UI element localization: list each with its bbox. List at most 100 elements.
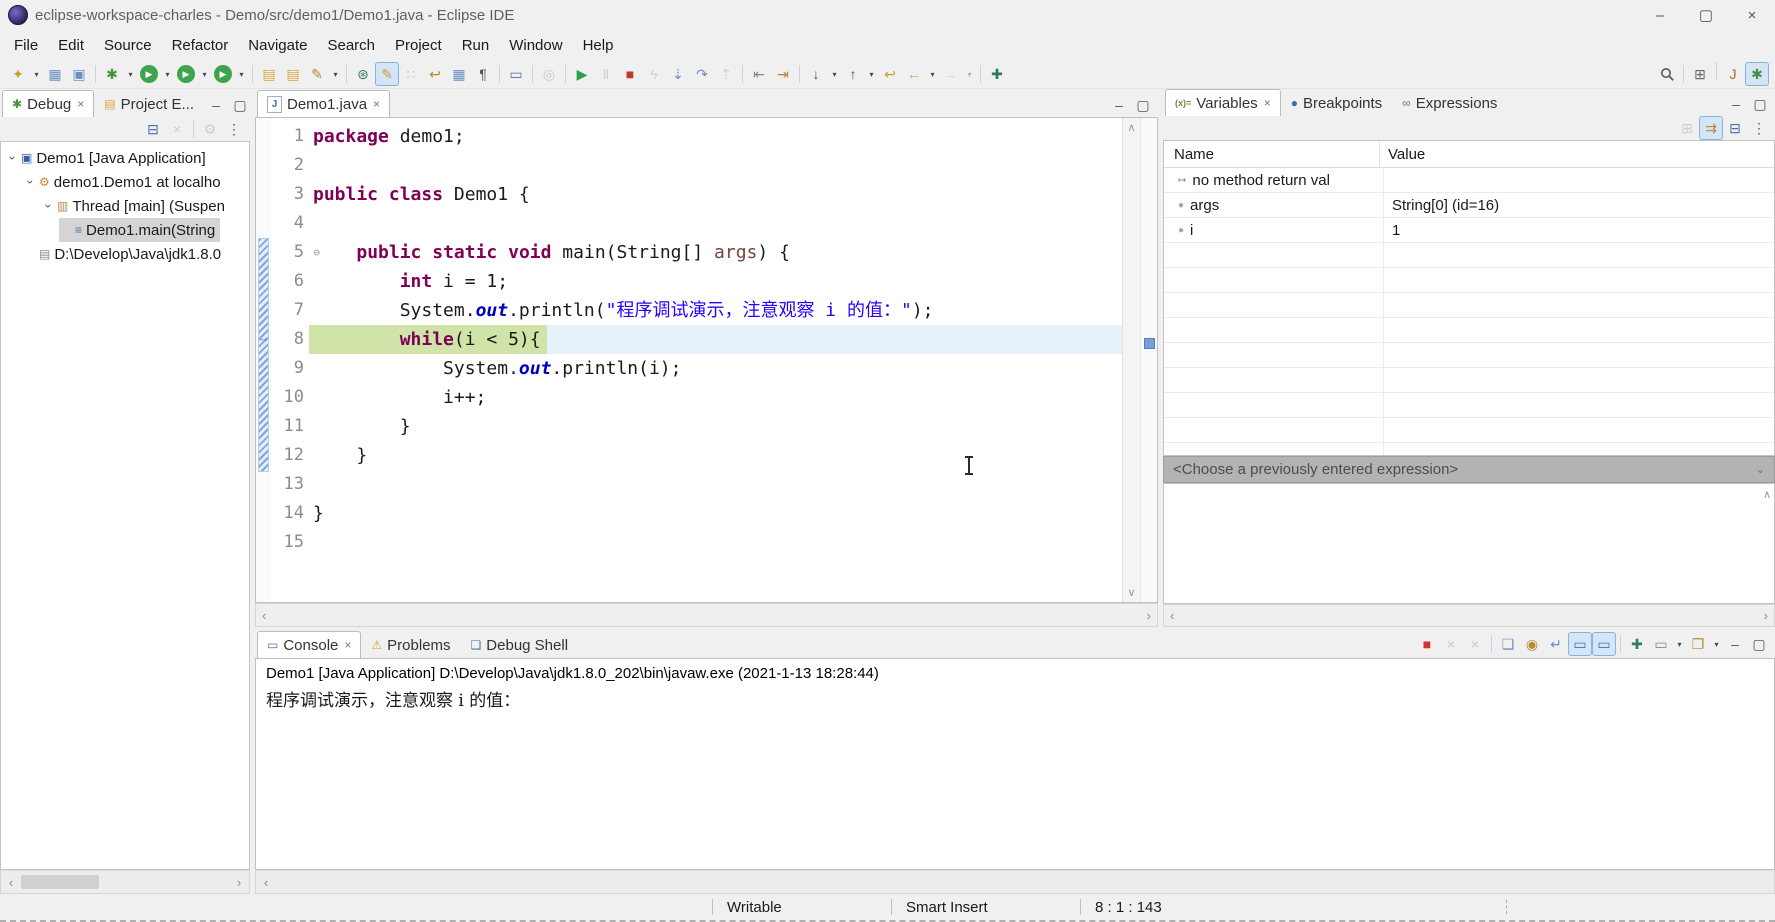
variables-empty-row[interactable] [1164,268,1774,293]
line-number[interactable]: 5 ⊖ [271,238,320,267]
code-line[interactable]: System.out.println("程序调试演示，注意观察 i 的值："); [309,296,1122,325]
tree-thread-main[interactable]: › ▥ Thread [main] (Suspen [1,194,249,218]
open-perspective-icon[interactable]: ⊞ [1688,62,1712,86]
new-wizard-icon[interactable]: ✦ [6,62,30,86]
search-icon[interactable] [1655,62,1679,86]
previous-annotation-icon[interactable]: ↑ [841,62,865,86]
menu-edit[interactable]: Edit [48,33,94,58]
tab-problems[interactable]: ⚠ Problems [361,631,460,658]
console-horizontal-scrollbar[interactable]: ‹ [255,870,1775,894]
overview-ruler[interactable] [1140,118,1157,602]
chevron-down-icon[interactable]: ⌄ [1756,463,1765,476]
run-dropdown[interactable]: ▾ [161,62,174,86]
tab-variables[interactable]: (x)= Variables × [1165,89,1281,116]
next-annotation-icon[interactable]: ↓ [804,62,828,86]
tab-expressions[interactable]: ∞ Expressions [1392,89,1507,116]
display-selected-icon[interactable]: ▭ [504,62,528,86]
menu-search[interactable]: Search [317,33,385,58]
menu-navigate[interactable]: Navigate [238,33,317,58]
close-tab-icon[interactable]: × [344,638,351,652]
variables-empty-row[interactable] [1164,368,1774,393]
debug-dropdown[interactable]: ▾ [124,62,137,86]
menu-file[interactable]: File [4,33,48,58]
open-resource-icon[interactable]: ▤ [281,62,305,86]
code-line[interactable] [309,209,1122,238]
drop-to-frame-icon[interactable]: ⇤ [747,62,771,86]
pin-editor-icon[interactable]: ✚ [985,62,1009,86]
tab-project-explorer[interactable]: ▤ Project E... [94,90,204,117]
minimize-view-icon[interactable]: ‒ [1107,93,1131,117]
java-search-icon[interactable]: ⊛ [351,62,375,86]
expander-icon[interactable]: › [24,175,38,190]
link-with-editor-icon[interactable]: ∷ [399,62,423,86]
forward-icon[interactable]: → [939,62,963,86]
console-output-area[interactable]: Demo1 [Java Application] D:\Develop\Java… [255,658,1775,870]
scroll-right-icon[interactable]: › [1147,608,1151,623]
expander-icon[interactable]: › [42,199,56,214]
step-return-icon[interactable]: ⇡ [714,62,738,86]
editor-horizontal-scrollbar[interactable]: ‹ › [255,603,1158,627]
code-line[interactable]: public static void main(String[] args) { [309,238,1122,267]
tree-jre[interactable]: ›▤D:\Develop\Java\jdk1.8.0 [1,242,249,266]
variables-row[interactable]: ● args String[0] (id=16) [1164,193,1774,218]
coverage-icon[interactable]: ▶ [177,65,195,83]
variables-horizontal-scrollbar[interactable]: ‹ › [1163,603,1775,627]
line-number[interactable]: 15 [271,528,309,557]
variables-empty-row[interactable] [1164,343,1774,368]
maximize-view-icon[interactable]: ▢ [1131,93,1155,117]
view-menu-icon[interactable]: ⋮ [1747,116,1771,140]
line-number[interactable]: 3 [271,180,309,209]
open-type-icon[interactable]: ▤ [257,62,281,86]
menu-help[interactable]: Help [573,33,624,58]
run-icon[interactable]: ▶ [140,65,158,83]
line-number[interactable]: 4 [271,209,309,238]
word-wrap-icon[interactable]: ↵ [1544,632,1568,656]
collapse-all-icon[interactable]: ⊟ [141,117,165,141]
close-tab-icon[interactable]: × [373,97,380,111]
overview-current-line-marker[interactable] [1144,338,1155,349]
menu-project[interactable]: Project [385,33,452,58]
column-value[interactable]: Value [1380,146,1425,163]
next-annotation-dropdown[interactable]: ▾ [828,62,841,86]
display-console-dropdown[interactable]: ▾ [1673,632,1686,656]
code-line[interactable]: int i = 1; [309,267,1122,296]
code-line[interactable]: public class Demo1 { [309,180,1122,209]
show-whitespace-icon[interactable]: ¶ [471,62,495,86]
code-line-current[interactable]: while(i < 5){ [309,325,1122,354]
coverage-dropdown[interactable]: ▾ [198,62,211,86]
editor-content[interactable]: → 1 2 3 4 5 ⊖ 6 7 8 9 10 11 12 13 14 15 package demo1; p… [255,117,1158,603]
terminate-icon[interactable]: ■ [618,62,642,86]
pin-console-icon[interactable]: ✚ [1625,632,1649,656]
tab-debug-shell[interactable]: ❏ Debug Shell [461,631,579,658]
open-console-icon[interactable]: ❐ [1686,632,1710,656]
code-line[interactable] [309,528,1122,557]
annotation-ruler[interactable]: → [256,118,271,602]
editor-vertical-scrollbar[interactable]: ∧ ∨ [1122,118,1140,602]
step-over-icon[interactable]: ↷ [690,62,714,86]
scroll-up-icon[interactable]: ∧ [1127,121,1135,134]
line-number[interactable]: 10 [271,383,309,412]
resume-icon[interactable]: ▶ [570,62,594,86]
scroll-right-icon[interactable]: › [229,875,249,890]
terminate-console-icon[interactable]: ■ [1415,632,1439,656]
tab-demo1-java[interactable]: J Demo1.java × [257,90,391,117]
back-dropdown[interactable]: ▾ [926,62,939,86]
save-all-icon[interactable]: ▣ [67,62,91,86]
menu-window[interactable]: Window [499,33,572,58]
line-number[interactable]: 12 [271,441,309,470]
scroll-up-icon[interactable]: ∧ [1763,488,1771,501]
debug-perspective-icon[interactable]: ✱ [1745,62,1769,86]
variables-empty-row[interactable] [1164,243,1774,268]
scrollbar-thumb[interactable] [21,875,99,889]
java-perspective-icon[interactable]: J [1721,62,1745,86]
code-line[interactable]: } [309,499,1122,528]
code-line[interactable] [309,470,1122,499]
show-stdout-icon[interactable]: ▭ [1568,632,1592,656]
variables-row[interactable]: ● i 1 [1164,218,1774,243]
minimize-view-icon[interactable]: ‒ [204,93,228,117]
remove-all-terminated-icon[interactable]: × [165,117,189,141]
code-line[interactable] [309,151,1122,180]
column-name[interactable]: Name [1164,141,1380,167]
scroll-left-icon[interactable]: ‹ [262,608,266,623]
line-number[interactable]: 9 [271,354,309,383]
